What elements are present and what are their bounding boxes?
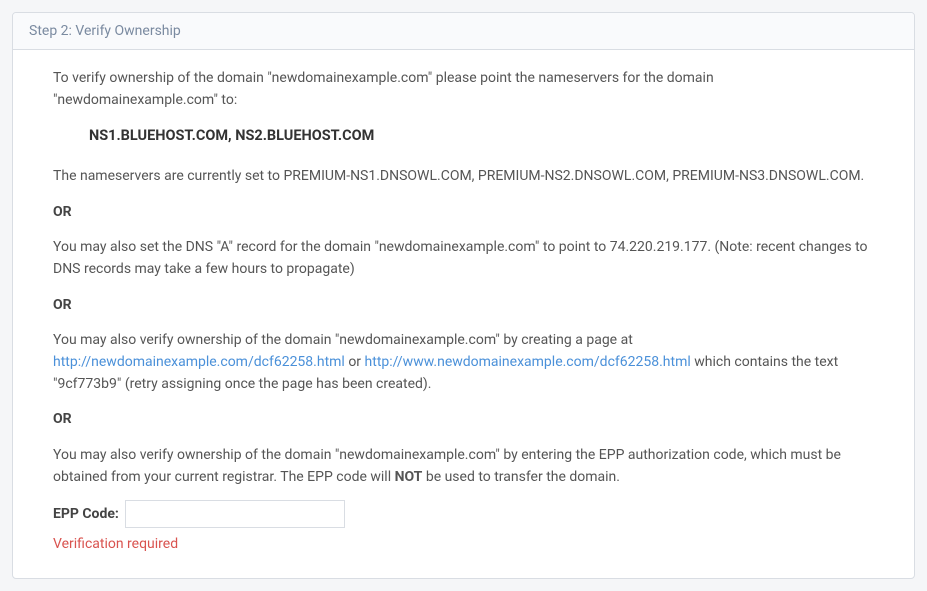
verify-page-instruction: You may also verify ownership of the dom…: [53, 330, 874, 395]
panel-header: Step 2: Verify Ownership: [13, 13, 914, 50]
epp-text-post: be used to transfer the domain.: [422, 469, 620, 485]
epp-instruction: You may also verify ownership of the dom…: [53, 445, 874, 488]
or-separator-3: OR: [53, 409, 874, 431]
intro-text: To verify ownership of the domain "newdo…: [53, 68, 874, 111]
panel-title: Step 2: Verify Ownership: [29, 23, 181, 39]
current-nameservers: The nameservers are currently set to PRE…: [53, 166, 874, 188]
verify-page-pre: You may also verify ownership of the dom…: [53, 332, 633, 348]
a-record-instruction: You may also set the DNS "A" record for …: [53, 237, 874, 280]
verify-link-1[interactable]: http://newdomainexample.com/dcf62258.htm…: [53, 354, 345, 370]
verify-ownership-panel: Step 2: Verify Ownership To verify owner…: [12, 12, 915, 579]
epp-code-input[interactable]: [125, 500, 345, 528]
or-separator-2: OR: [53, 295, 874, 317]
verify-page-mid: or: [345, 354, 365, 370]
epp-code-row: EPP Code:: [53, 500, 874, 528]
epp-not: NOT: [395, 469, 423, 485]
verify-link-2[interactable]: http://www.newdomainexample.com/dcf62258…: [365, 354, 691, 370]
panel-body: To verify ownership of the domain "newdo…: [13, 50, 914, 578]
or-separator-1: OR: [53, 202, 874, 224]
epp-code-label: EPP Code:: [53, 504, 119, 526]
nameservers-required: NS1.BLUEHOST.COM, NS2.BLUEHOST.COM: [89, 125, 874, 147]
verification-error: Verification required: [53, 534, 874, 556]
